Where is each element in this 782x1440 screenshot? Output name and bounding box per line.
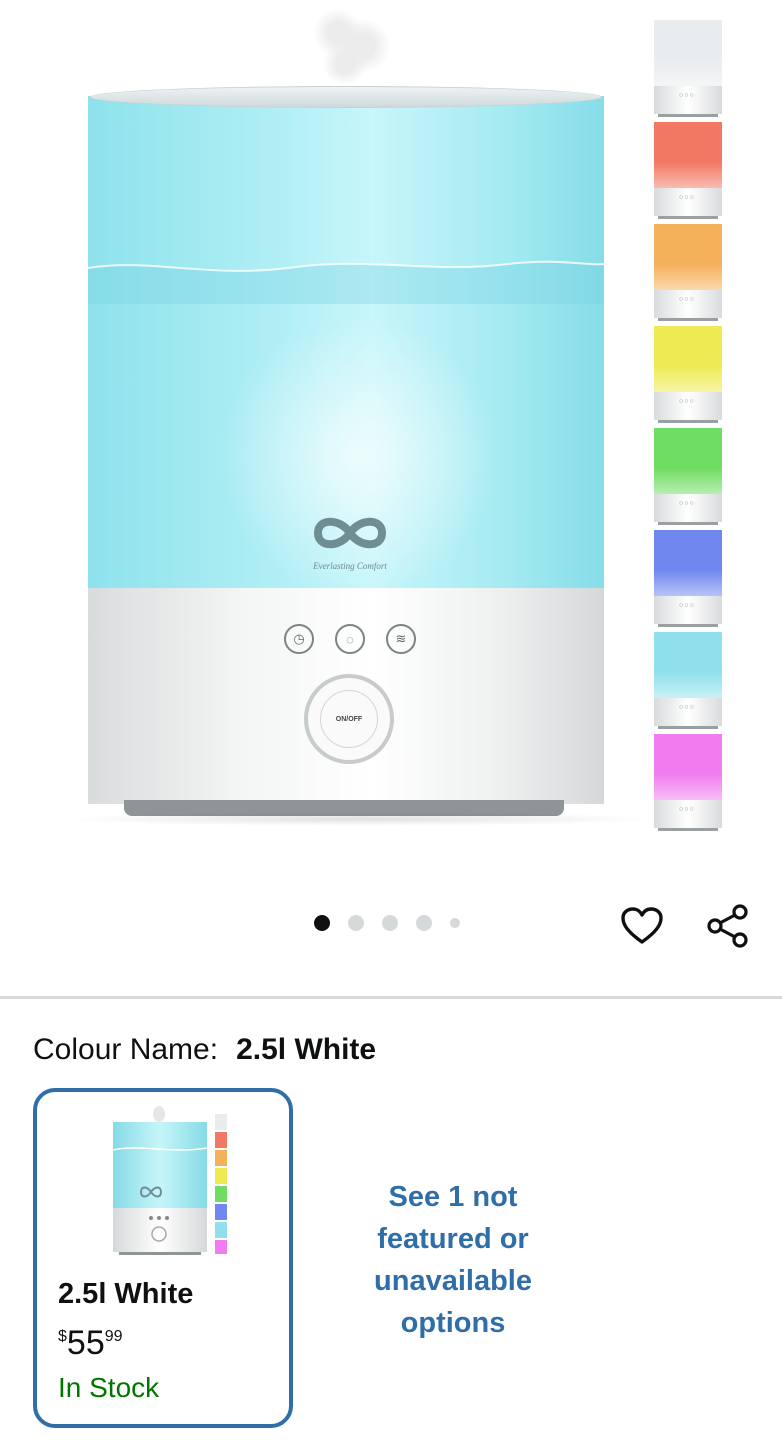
colour-swatch: ○○○ [654, 734, 722, 831]
carousel-dot[interactable] [314, 915, 330, 931]
brand-logo: Everlasting Comfort [298, 512, 402, 576]
price-whole: 55 [66, 1324, 105, 1362]
heart-icon [621, 907, 663, 944]
price-fraction: 99 [104, 1328, 123, 1345]
see-unavailable-options-link[interactable]: See 1 not featured or unavailable option… [350, 1176, 556, 1344]
dial-label: ON/OFF [320, 690, 378, 748]
colour-swatch: ○○○ [654, 122, 722, 219]
carousel-dot[interactable] [450, 918, 460, 928]
carousel-dot[interactable] [348, 915, 364, 931]
section-divider [0, 996, 782, 999]
wishlist-button[interactable] [618, 900, 666, 952]
colour-swatch: ○○○ [654, 428, 722, 525]
colour-name-value: 2.5l White [236, 1033, 377, 1066]
variant-option-card[interactable]: 2.5l White $5599 In Stock [33, 1088, 293, 1428]
variant-thumbnail [111, 1106, 231, 1258]
carousel-dot[interactable] [382, 915, 398, 931]
colour-name-label: Colour Name: [33, 1033, 219, 1066]
price-symbol: $ [58, 1328, 67, 1345]
colour-light-strip: ○○○ ○○○ ○○○ ○○○ ○○○ ○○○ ○○○ ○○○ [654, 20, 722, 836]
mist-plume [305, 8, 395, 88]
variant-price: $5599 [58, 1324, 123, 1363]
variant-title: 2.5l White [58, 1278, 194, 1310]
colour-swatch: ○○○ [654, 632, 722, 729]
timer-icon: ◷ [284, 624, 314, 654]
colour-swatch: ○○○ [654, 530, 722, 627]
product-image[interactable]: Everlasting Comfort ◷ ◌ ≋ ON/OFF ○○○ ○○○ ○… [0, 0, 782, 860]
colour-swatch: ○○○ [654, 224, 722, 321]
mist-heat-icon: ≋ [386, 624, 416, 654]
image-carousel-dots[interactable] [314, 914, 478, 932]
colour-swatch: ○○○ [654, 326, 722, 423]
share-icon [707, 904, 748, 948]
colour-swatch: ○○○ [654, 20, 722, 117]
infinity-logo-icon [313, 517, 387, 549]
humidifier-lid [90, 86, 602, 108]
availability-status: In Stock [58, 1372, 160, 1403]
colour-name-row: Colour Name: 2.5l White [33, 1030, 376, 1070]
share-button[interactable] [704, 900, 752, 952]
power-dial: ON/OFF [304, 674, 394, 764]
light-bulb-icon: ◌ [335, 624, 365, 654]
carousel-dot[interactable] [416, 915, 432, 931]
